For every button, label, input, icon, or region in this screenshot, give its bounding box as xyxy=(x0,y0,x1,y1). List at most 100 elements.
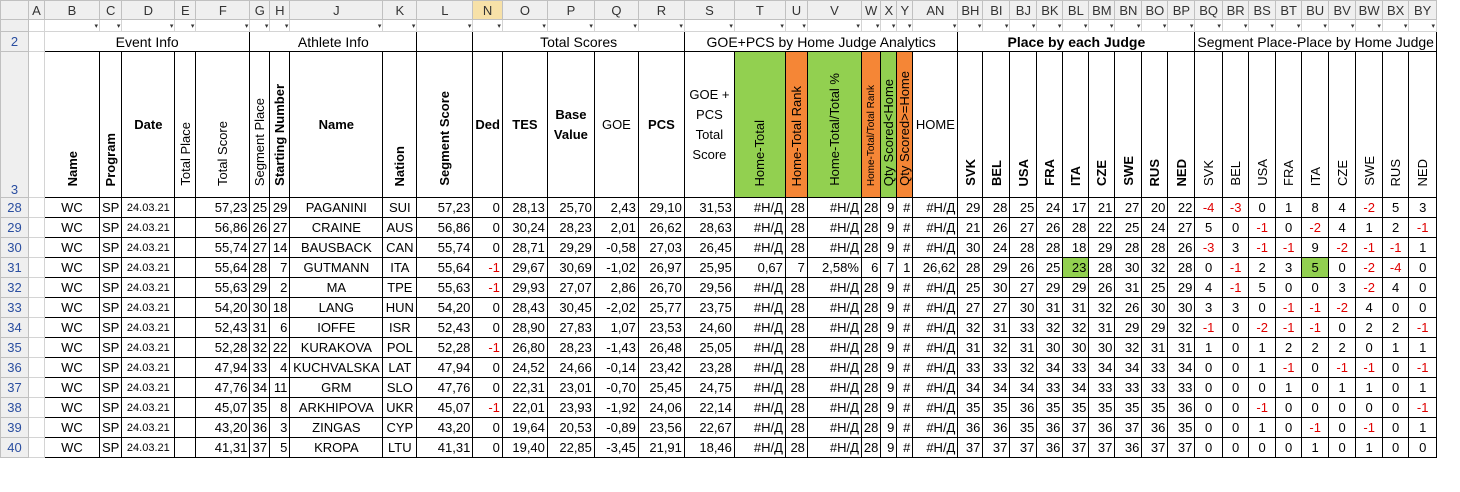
cell-httr[interactable]: 28 xyxy=(860,317,882,338)
cell-goe[interactable]: 1,07 xyxy=(593,317,639,338)
header-seg-judge-ita[interactable]: ITA xyxy=(1301,51,1329,198)
cell-gp[interactable]: 29,56 xyxy=(683,277,735,298)
cell-place-judge[interactable]: 26 xyxy=(1167,237,1196,258)
cell-ss[interactable]: 54,20 xyxy=(416,297,474,318)
filter-dropdown[interactable]: ▾ xyxy=(174,19,197,32)
cell-seg-place-judge[interactable]: 0 xyxy=(1327,317,1357,338)
header-total-place[interactable]: Total Place xyxy=(174,51,197,198)
cell-place-judge[interactable]: 37 xyxy=(1114,417,1143,438)
column-header-h[interactable]: H xyxy=(269,0,291,20)
cell-place-judge[interactable]: 22 xyxy=(1167,197,1196,218)
cell-date[interactable]: 24.03.21 xyxy=(121,357,176,378)
cell-place-judge[interactable]: 17 xyxy=(1062,197,1090,218)
column-header-bh[interactable]: BH xyxy=(957,0,984,20)
cell[interactable] xyxy=(28,317,45,338)
cell-seg-place-judge[interactable]: 0 xyxy=(1408,437,1437,458)
cell-seg-place-judge[interactable]: 0 xyxy=(1381,357,1410,378)
cell-home[interactable]: #Н/Д xyxy=(912,377,959,398)
cell-gp[interactable]: 28,63 xyxy=(683,217,735,238)
cell-prog[interactable]: SP xyxy=(98,397,123,418)
cell-place-judge[interactable]: 30 xyxy=(957,237,984,258)
header-judge-swe[interactable]: SWE xyxy=(1114,51,1143,198)
filter-dropdown[interactable] xyxy=(28,19,45,32)
cell-place-judge[interactable]: 28 xyxy=(1114,237,1143,258)
cell-place-judge[interactable]: 33 xyxy=(1088,377,1116,398)
cell-prog[interactable]: SP xyxy=(98,417,123,438)
cell-ht[interactable]: #Н/Д xyxy=(733,417,786,438)
cell-place-judge[interactable]: 26 xyxy=(1088,277,1116,298)
cell-nat[interactable]: LAT xyxy=(382,357,418,378)
cell-place-judge[interactable]: 37 xyxy=(1088,437,1116,458)
cell-seg-place-judge[interactable]: -2 xyxy=(1327,237,1357,258)
cell-qg[interactable]: # xyxy=(896,417,914,438)
cell-seg-place-judge[interactable]: 3 xyxy=(1221,237,1250,258)
cell-seg-place-judge[interactable]: 0 xyxy=(1221,437,1250,458)
cell-seg-place-judge[interactable]: 0 xyxy=(1274,217,1303,238)
cell-place-judge[interactable]: 36 xyxy=(1088,417,1116,438)
cell-httr[interactable]: 28 xyxy=(860,397,882,418)
filter-dropdown[interactable]: ▾ xyxy=(896,19,914,32)
cell-place-judge[interactable]: 34 xyxy=(1088,357,1116,378)
cell-seg-place-judge[interactable]: 1 xyxy=(1355,217,1383,238)
cell-place-judge[interactable]: 27 xyxy=(982,297,1011,318)
cell-place-judge[interactable]: 29 xyxy=(1114,317,1143,338)
cell-qg[interactable]: # xyxy=(896,437,914,458)
header-qty-ge[interactable]: Qty Scored>=Home xyxy=(896,51,914,198)
cell-seg-place-judge[interactable]: 2 xyxy=(1355,317,1383,338)
cell-place-judge[interactable]: 24 xyxy=(1141,217,1169,238)
cell-ded[interactable]: 0 xyxy=(472,377,503,398)
cell-place-judge[interactable]: 29 xyxy=(1141,317,1169,338)
cell-ev[interactable]: WC xyxy=(44,397,100,418)
header-nation[interactable]: Nation xyxy=(382,51,418,198)
cell-htp[interactable]: #Н/Д xyxy=(806,217,862,238)
header-seg-judge-ned[interactable]: NED xyxy=(1408,51,1437,198)
cell-seg-place-judge[interactable]: -2 xyxy=(1301,217,1329,238)
column-header-k[interactable]: K xyxy=(382,0,418,20)
cell-seg-place-judge[interactable]: 1 xyxy=(1327,377,1357,398)
cell-pcs[interactable]: 26,97 xyxy=(637,257,685,278)
cell-date[interactable]: 24.03.21 xyxy=(121,237,176,258)
filter-dropdown[interactable]: ▾ xyxy=(733,19,786,32)
cell-place-judge[interactable]: 29 xyxy=(982,257,1011,278)
cell-ht[interactable]: #Н/Д xyxy=(733,377,786,398)
cell-ql[interactable]: 9 xyxy=(880,357,898,378)
filter-dropdown[interactable]: ▾ xyxy=(382,19,418,32)
cell-nat[interactable]: SLO xyxy=(382,377,418,398)
cell-goe[interactable]: 2,86 xyxy=(593,277,639,298)
cell-seg-place-judge[interactable]: -1 xyxy=(1248,237,1276,258)
header-judge-rus[interactable]: RUS xyxy=(1141,51,1169,198)
column-header-v[interactable]: V xyxy=(806,0,862,20)
cell-ts[interactable]: 55,74 xyxy=(195,237,251,258)
cell-seg-place-judge[interactable]: -4 xyxy=(1194,197,1223,218)
cell-place-judge[interactable]: 28 xyxy=(1062,217,1090,238)
cell-nat[interactable]: ISR xyxy=(382,317,418,338)
column-header-s[interactable]: S xyxy=(683,0,735,20)
cell-ded[interactable]: -1 xyxy=(472,277,503,298)
cell-seg-place-judge[interactable]: 1 xyxy=(1274,197,1303,218)
cell-place-judge[interactable]: 22 xyxy=(1088,217,1116,238)
column-header-a[interactable]: A xyxy=(28,0,45,20)
filter-dropdown[interactable]: ▾ xyxy=(784,19,808,32)
cell-seg-place-judge[interactable]: 1 xyxy=(1274,377,1303,398)
cell-pcs[interactable]: 26,62 xyxy=(637,217,685,238)
cell-name[interactable]: KROPA xyxy=(289,437,384,458)
column-header-br[interactable]: BR xyxy=(1221,0,1250,20)
cell-name[interactable]: GRM xyxy=(289,377,384,398)
cell-seg-place-judge[interactable]: -1 xyxy=(1221,257,1250,278)
cell-place-judge[interactable]: 36 xyxy=(982,417,1011,438)
cell-nat[interactable]: TPE xyxy=(382,277,418,298)
filter-dropdown[interactable]: ▾ xyxy=(1194,19,1223,32)
cell-seg-place-judge[interactable]: 9 xyxy=(1301,237,1329,258)
cell-ql[interactable]: 9 xyxy=(880,317,898,338)
cell-date[interactable]: 24.03.21 xyxy=(121,197,176,218)
cell-seg-place-judge[interactable]: -1 xyxy=(1355,237,1383,258)
cell-httr[interactable]: 28 xyxy=(860,277,882,298)
cell-httr[interactable]: 28 xyxy=(860,237,882,258)
cell-seg-place-judge[interactable]: 5 xyxy=(1381,197,1410,218)
cell-seg-place-judge[interactable]: -1 xyxy=(1355,417,1383,438)
cell-tes[interactable]: 22,31 xyxy=(501,377,548,398)
cell-place-judge[interactable]: 27 xyxy=(1009,217,1038,238)
cell-place-judge[interactable]: 27 xyxy=(1009,277,1038,298)
cell-place-judge[interactable]: 36 xyxy=(1036,417,1064,438)
cell-goe[interactable]: -1,02 xyxy=(593,257,639,278)
